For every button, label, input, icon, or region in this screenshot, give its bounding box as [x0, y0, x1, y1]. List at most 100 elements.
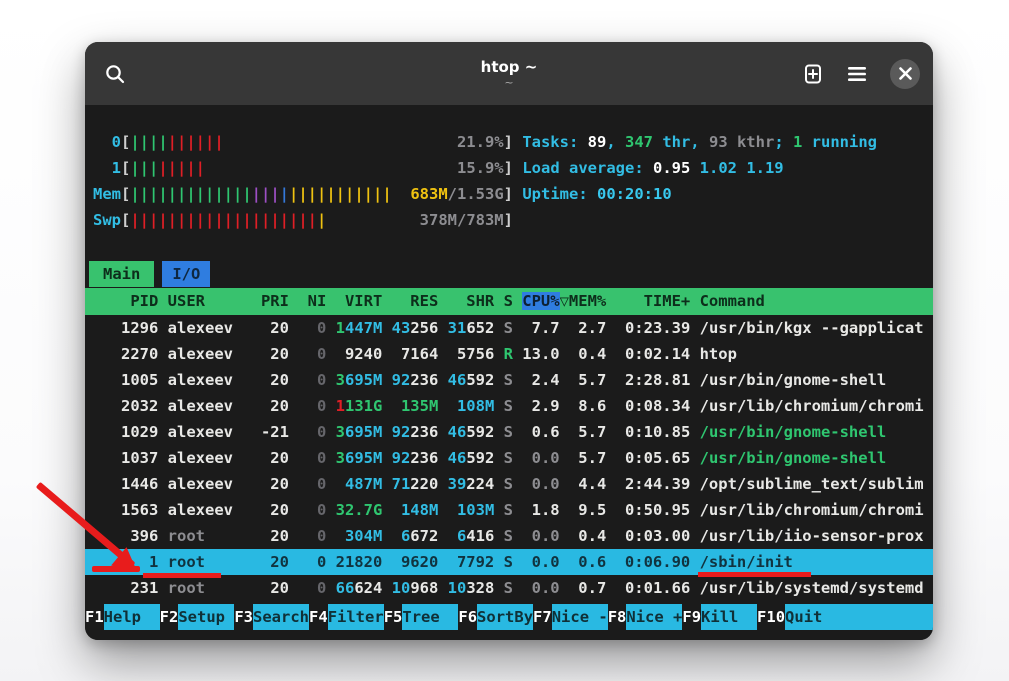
- fn-key-f5: F5: [384, 604, 403, 630]
- tab-io[interactable]: I/O: [162, 261, 210, 287]
- text-segment: 3: [336, 371, 345, 389]
- text-segment: S: [504, 475, 523, 493]
- process-table: 1296 alexeev 20 0 1447M 43256 31652 S 7.…: [85, 315, 933, 601]
- text-segment: ;: [774, 133, 793, 151]
- text-segment: running: [802, 133, 877, 151]
- text-segment: 93 kthr: [709, 133, 774, 151]
- process-row[interactable]: 1446 alexeev 20 0 487M 71220 39224 S 0.0…: [85, 471, 933, 497]
- text-segment: Tasks:: [513, 133, 588, 151]
- text-segment: ||||||: [168, 133, 224, 151]
- text-segment: [392, 185, 411, 203]
- fn-button-help[interactable]: Help: [104, 604, 160, 630]
- text-segment: 0: [93, 133, 121, 151]
- window-titlebar[interactable]: htop ~ ~: [85, 42, 933, 105]
- text-segment: S: [504, 371, 523, 389]
- text-segment: /1.53G: [448, 185, 504, 203]
- fn-button-search[interactable]: Search: [253, 604, 309, 630]
- process-row[interactable]: 396 root 20 0 304M 6672 6416 S 0.0 0.4 0…: [85, 523, 933, 549]
- text-segment: 695M 92: [345, 371, 410, 389]
- text-segment: 0: [298, 319, 335, 337]
- text-segment: 0.0: [522, 527, 559, 545]
- text-segment: 236: [410, 449, 447, 467]
- text-segment: |||||||||||||: [130, 185, 251, 203]
- close-icon[interactable]: [890, 59, 920, 89]
- text-segment: |||: [252, 185, 280, 203]
- text-segment: 378M/783M: [420, 211, 504, 229]
- text-segment: [690, 159, 699, 177]
- spacer: [85, 233, 933, 261]
- fn-button-nice-[interactable]: Nice -: [552, 604, 608, 630]
- process-row[interactable]: 2270 alexeev 20 0 9240 7164 5756 R 13.0 …: [85, 341, 933, 367]
- text-segment: Uptime:: [513, 185, 597, 203]
- text-segment: 20: [261, 579, 298, 597]
- text-segment: 1.02 1.19: [700, 159, 784, 177]
- text-segment: 304M 6: [336, 527, 411, 545]
- process-row[interactable]: 1037 alexeev 20 0 3695M 92236 46592 S 0.…: [85, 445, 933, 471]
- tab-main[interactable]: Main: [89, 261, 154, 287]
- text-segment: 1029 alexeev -21: [93, 423, 298, 441]
- text-segment: root: [168, 579, 261, 597]
- text-segment: 2032 alexeev 20: [93, 397, 298, 415]
- text-segment: 4.4 2:44.39 /opt/sublime_text/sublim: [560, 475, 924, 493]
- text-segment: /usr/bin/gnome-shell: [700, 449, 887, 467]
- terminal-area: 0[|||||||||| 21.9%] Tasks: 89, 347 thr, …: [85, 105, 933, 640]
- text-segment: 416: [466, 527, 503, 545]
- text-segment: 21.9%: [457, 133, 504, 151]
- text-segment: 1005 alexeev 20: [93, 371, 298, 389]
- fn-button-tree[interactable]: Tree: [402, 604, 458, 630]
- text-segment: 447M 43: [345, 319, 410, 337]
- text-segment: 624: [354, 579, 391, 597]
- fn-key-f1: F1: [85, 604, 104, 630]
- fn-button-filter[interactable]: Filter: [328, 604, 384, 630]
- fn-key-f4: F4: [309, 604, 328, 630]
- text-segment: 236: [410, 423, 447, 441]
- text-segment: 592: [466, 423, 503, 441]
- text-segment: [: [121, 159, 130, 177]
- text-segment: ▽MEM% TIME+ Command: [560, 292, 765, 310]
- text-segment: 231: [93, 579, 168, 597]
- text-segment: |||||: [158, 159, 205, 177]
- text-segment: 20: [261, 527, 298, 545]
- console-window: htop ~ ~: [85, 42, 933, 640]
- text-segment: Load average:: [513, 159, 653, 177]
- text-segment: ]: [504, 133, 513, 151]
- text-segment: 1563 alexeev 20: [93, 501, 298, 519]
- text-segment: 7.7 2.7 0:23.39 /usr/bin/kgx --gapplicat: [522, 319, 923, 337]
- meter-line: 0[|||||||||| 21.9%] Tasks: 89, 347 thr, …: [85, 129, 933, 155]
- process-row[interactable]: 1563 alexeev 20 0 32.7G 148M 103M S 1.8 …: [85, 497, 933, 523]
- text-segment: 224: [466, 475, 503, 493]
- text-segment: 0.0: [522, 449, 559, 467]
- process-row[interactable]: 1029 alexeev -21 0 3695M 92236 46592 S 0…: [85, 419, 933, 445]
- text-segment: 328: [466, 579, 503, 597]
- text-segment: |||||||||||: [289, 185, 392, 203]
- text-segment: 1: [336, 319, 345, 337]
- menu-icon[interactable]: [847, 66, 867, 82]
- text-segment: S: [504, 527, 523, 545]
- fn-button-setup[interactable]: Setup: [178, 604, 234, 630]
- process-row[interactable]: 1296 alexeev 20 0 1447M 43256 31652 S 7.…: [85, 315, 933, 341]
- new-tab-icon[interactable]: [802, 63, 824, 85]
- text-segment: 10: [392, 579, 411, 597]
- text-segment: thr,: [653, 133, 709, 151]
- fn-bar-filler: [822, 604, 933, 630]
- process-row[interactable]: 1005 alexeev 20 0 3695M 92236 46592 S 2.…: [85, 367, 933, 393]
- text-segment: 695M 92: [345, 423, 410, 441]
- process-table-header[interactable]: PID USER PRI NI VIRT RES SHR S CPU%▽MEM%…: [85, 288, 933, 315]
- text-segment: 0.4 0:03.00 /usr/lib/iio-sensor-prox: [560, 527, 924, 545]
- text-segment: 31: [448, 319, 467, 337]
- fn-button-nice-[interactable]: Nice +: [626, 604, 682, 630]
- fn-button-sortby[interactable]: SortBy: [477, 604, 533, 630]
- process-row[interactable]: 2032 alexeev 20 0 1131G 135M 108M S 2.9 …: [85, 393, 933, 419]
- process-row[interactable]: 231 root 20 0 66624 10968 10328 S 0.0 0.…: [85, 575, 933, 601]
- text-segment: 592: [466, 449, 503, 467]
- text-segment: Mem: [93, 185, 121, 203]
- fn-button-quit[interactable]: Quit: [785, 604, 822, 630]
- text-segment: 0.7 0:01.66 /usr/lib/systemd/systemd: [560, 579, 924, 597]
- text-segment: S: [504, 579, 523, 597]
- text-segment: 592: [466, 371, 503, 389]
- fn-button-kill[interactable]: Kill: [701, 604, 757, 630]
- search-icon[interactable]: [103, 62, 127, 86]
- text-segment: R: [504, 345, 523, 363]
- text-segment: S: [504, 423, 523, 441]
- text-segment: |||: [130, 159, 158, 177]
